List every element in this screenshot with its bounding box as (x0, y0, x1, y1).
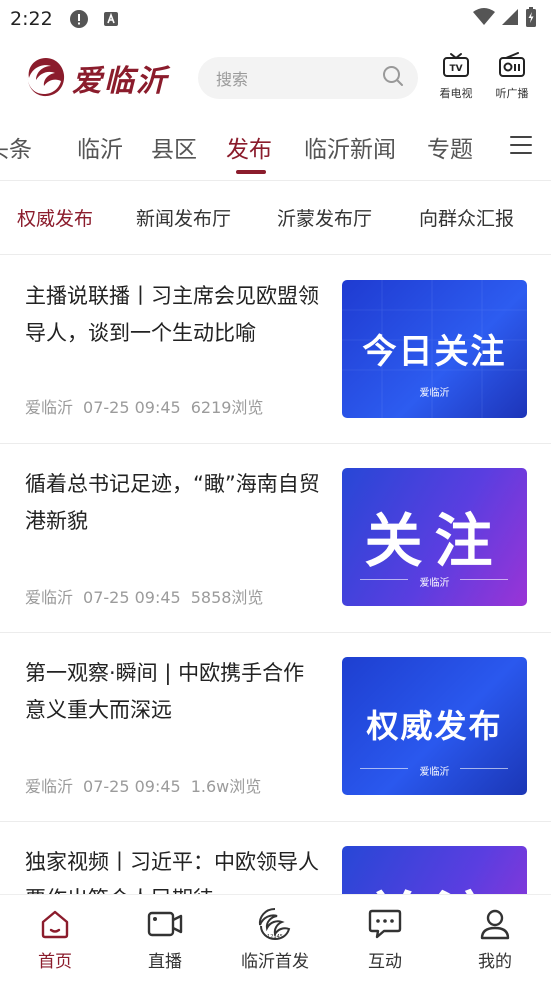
subtabs-divider (0, 254, 551, 255)
tab-county[interactable]: 县区 (151, 130, 197, 164)
sub-tabs: 权威发布 新闻发布厅 沂蒙发布厅 向群众汇报 (0, 184, 551, 254)
news-views: 1.6w浏览 (190, 777, 262, 796)
bottom-navigation: 首页 直播 12345 临沂首发 互动 我的 (0, 894, 551, 981)
subtab-press-hall[interactable]: 新闻发布厅 (136, 204, 231, 231)
news-item[interactable]: 主播说联播丨习主席会见欧盟领导人，谈到一个生动比喻 爱临沂 07-25 09:45… (0, 256, 551, 444)
news-thumbnail: 关注 (342, 846, 527, 894)
app-notification-icon (101, 9, 121, 29)
watch-tv-button[interactable]: TV 看电视 (434, 52, 478, 101)
news-time: 07-25 09:45 (83, 777, 181, 796)
news-meta: 爱临沂 07-25 09:45 6219浏览 (25, 394, 273, 418)
video-camera-icon (147, 907, 183, 941)
user-icon (477, 907, 513, 941)
channel-menu-button[interactable] (510, 136, 532, 156)
thumb-logo: 爱临沂 (419, 767, 450, 778)
thumb-title: 今日关注 (362, 332, 507, 372)
subtab-report-to-public[interactable]: 向群众汇报 (419, 204, 514, 231)
wifi-icon (473, 8, 495, 30)
news-source: 爱临沂 (25, 777, 74, 796)
nav-linyi-first[interactable]: 12345 临沂首发 (230, 907, 320, 972)
search-placeholder: 搜索 (216, 70, 249, 89)
news-thumbnail: 权威发布 爱临沂 (342, 657, 527, 795)
chat-bubble-icon (367, 907, 403, 941)
nav-linyi-first-label: 临沂首发 (241, 952, 309, 972)
listen-radio-button[interactable]: 听广播 (490, 52, 534, 101)
search-icon (382, 65, 404, 91)
nav-mine-label: 我的 (478, 952, 512, 972)
linyi-first-emblem-icon: 12345 (257, 907, 293, 941)
news-thumbnail: 关注 爱临沂 (342, 468, 527, 606)
news-source: 爱临沂 (25, 588, 74, 607)
svg-text:12345: 12345 (267, 934, 283, 940)
app-logo[interactable]: 爱临沂 (24, 54, 168, 102)
logo-mark-icon (24, 54, 68, 102)
listen-radio-label: 听广播 (495, 87, 529, 100)
signal-icon (501, 8, 519, 30)
news-item[interactable]: 第一观察·瞬间 | 中欧携手合作意义重大而深远 爱临沂 07-25 09:45 1.… (0, 633, 551, 821)
news-meta: 爱临沂 07-25 09:45 5858浏览 (25, 584, 273, 608)
thumb-title: 关注 (364, 507, 505, 575)
nav-interact[interactable]: 互动 (340, 907, 430, 972)
tab-release[interactable]: 发布 (226, 130, 272, 164)
home-icon (37, 907, 73, 941)
news-thumbnail: 今日关注 爱临沂 (342, 280, 527, 418)
tab-headlines[interactable]: 头条 (0, 130, 32, 164)
status-bar: 2:22 (0, 0, 551, 38)
news-title: 独家视频丨习近平：中欧领导人要作出符合人民期待 (25, 850, 319, 894)
tab-topics[interactable]: 专题 (427, 130, 473, 164)
nav-mine[interactable]: 我的 (450, 907, 540, 972)
news-views: 6219浏览 (190, 398, 264, 417)
nav-live[interactable]: 直播 (120, 907, 210, 972)
alert-icon (69, 9, 89, 29)
tv-icon: TV (442, 52, 470, 82)
news-title: 第一观察·瞬间 | 中欧携手合作意义重大而深远 (25, 661, 305, 722)
news-views: 5858浏览 (190, 588, 264, 607)
news-item[interactable]: 循着总书记足迹，“瞰”海南自贸港新貌 爱临沂 07-25 09:45 5858浏览 … (0, 444, 551, 632)
logo-text: 爱临沂 (72, 64, 168, 99)
nav-home-label: 首页 (38, 952, 72, 972)
svg-text:TV: TV (449, 64, 462, 74)
news-source: 爱临沂 (25, 398, 74, 417)
nav-home[interactable]: 首页 (10, 907, 100, 972)
subtab-yimeng-hall[interactable]: 沂蒙发布厅 (277, 204, 372, 231)
channel-tabs: 头条 临沂 县区 发布 临沂新闻 专题 (0, 122, 551, 178)
news-time: 07-25 09:45 (83, 588, 181, 607)
tabs-divider (0, 180, 551, 181)
app-header: 爱临沂 搜索 TV 看电视 听广播 (0, 48, 551, 110)
subtab-authoritative-release[interactable]: 权威发布 (17, 204, 93, 231)
thumb-logo: 爱临沂 (419, 578, 450, 589)
radio-icon (498, 52, 526, 82)
search-input[interactable]: 搜索 (198, 57, 418, 99)
news-item[interactable]: 独家视频丨习近平：中欧领导人要作出符合人民期待 关注 (0, 822, 551, 894)
battery-icon (525, 7, 537, 31)
status-time: 2:22 (10, 8, 53, 30)
news-title: 主播说联播丨习主席会见欧盟领导人，谈到一个生动比喻 (25, 284, 319, 345)
active-tab-indicator (236, 170, 266, 174)
thumb-title: 关注 (342, 872, 527, 894)
watch-tv-label: 看电视 (439, 87, 473, 100)
thumb-title: 权威发布 (366, 707, 503, 745)
news-title: 循着总书记足迹，“瞰”海南自贸港新貌 (25, 472, 320, 533)
nav-live-label: 直播 (148, 952, 182, 972)
nav-interact-label: 互动 (368, 952, 402, 972)
news-time: 07-25 09:45 (83, 398, 181, 417)
tab-linyi-news[interactable]: 临沂新闻 (304, 130, 396, 164)
thumb-logo: 爱临沂 (419, 388, 450, 399)
news-meta: 爱临沂 07-25 09:45 1.6w浏览 (25, 773, 271, 797)
tab-linyi[interactable]: 临沂 (77, 130, 123, 164)
